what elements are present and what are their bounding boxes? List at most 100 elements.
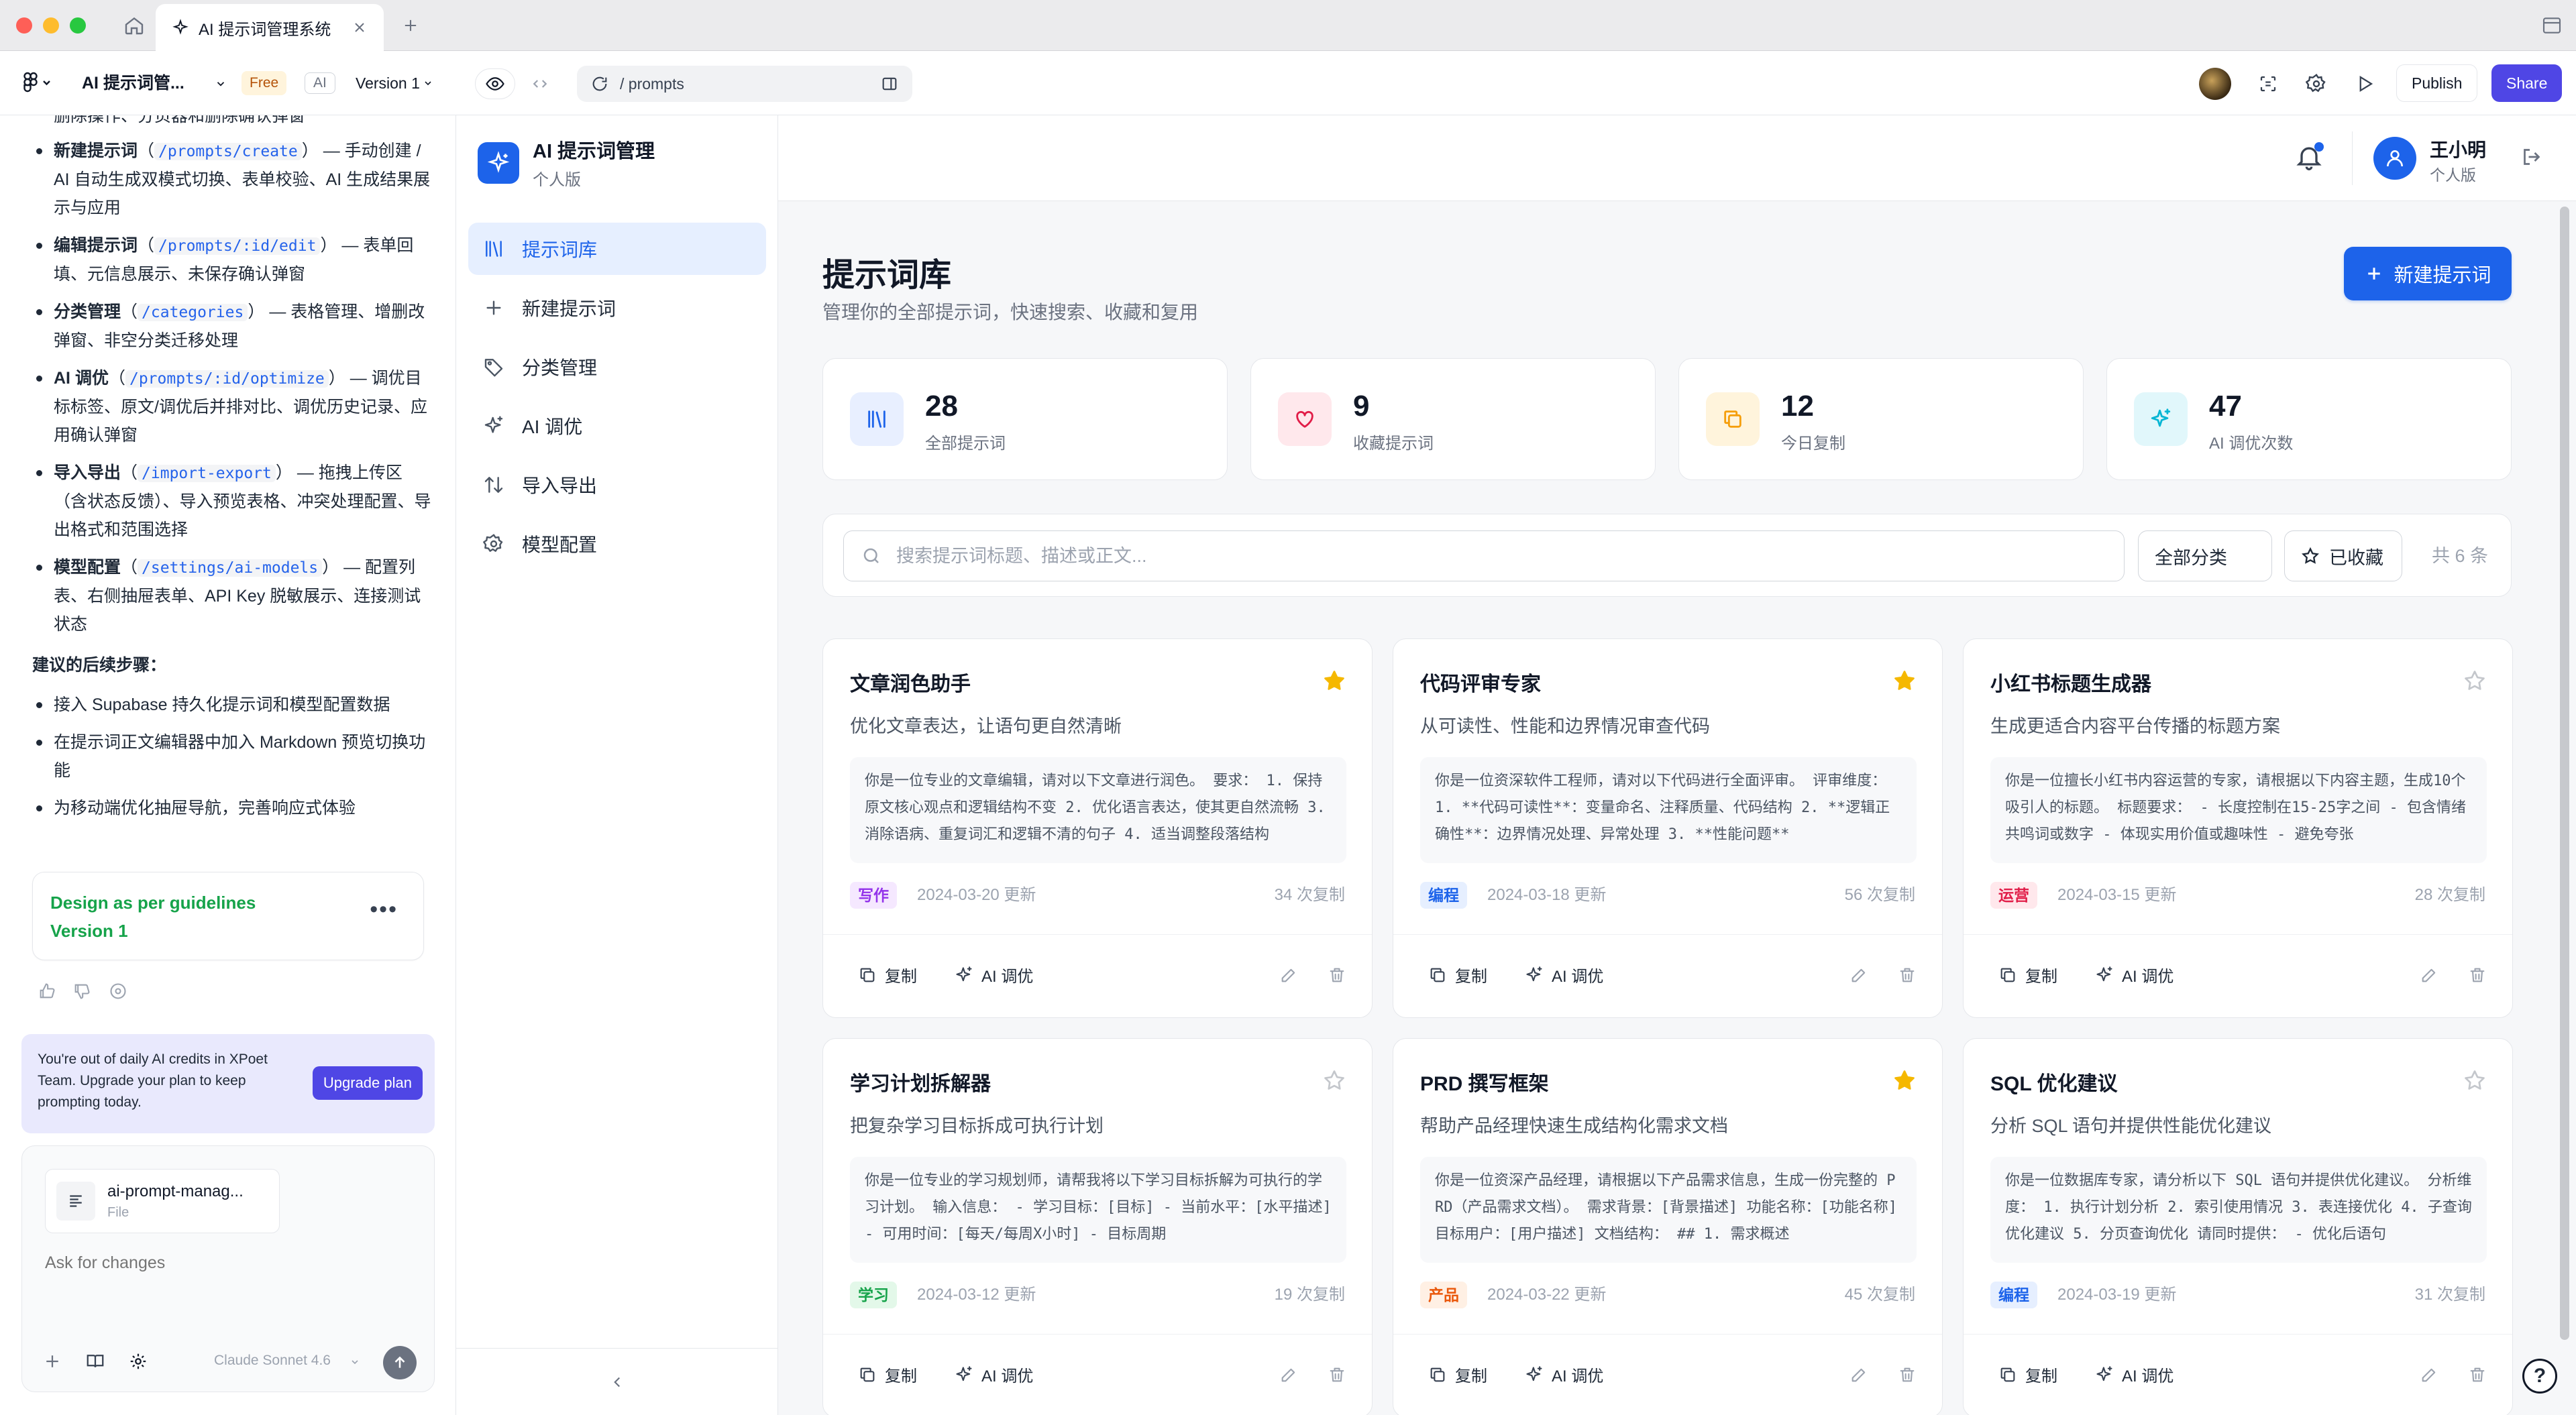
trash-icon[interactable] <box>1894 962 1921 988</box>
edit-icon[interactable] <box>1275 962 1302 988</box>
user-icon <box>2387 150 2403 167</box>
user-avatar[interactable] <box>2373 137 2416 180</box>
trash-icon[interactable] <box>1324 962 1350 988</box>
run-button[interactable] <box>2349 68 2380 99</box>
prompt-card[interactable]: 学习计划拆解器 把复杂学习目标拆成可执行计划 你是一位专业的学习规划师，请帮我将以下… <box>822 1038 1373 1415</box>
nav-item-6[interactable]: 模型配置 <box>468 518 766 570</box>
project-name[interactable]: AI 提示词管... <box>82 51 184 115</box>
model-selector[interactable]: Claude Sonnet 4.6 <box>214 1353 331 1369</box>
url-bar[interactable]: / prompts <box>577 66 912 102</box>
edit-icon[interactable] <box>1845 962 1872 988</box>
add-attachment-icon[interactable] <box>42 1351 62 1371</box>
chevron-down-icon[interactable] <box>423 78 433 89</box>
copy-button[interactable]: 复制 <box>1428 1363 1487 1386</box>
ai-optimize-button[interactable]: AI 调优 <box>2095 1363 2174 1386</box>
collaborator-avatar[interactable] <box>2199 68 2231 100</box>
nav-item-5[interactable]: 导入导出 <box>468 459 766 511</box>
upgrade-plan-button[interactable]: Upgrade plan <box>312 1066 423 1100</box>
thumbs-up-icon[interactable] <box>38 982 56 1001</box>
version-card-title: Design as per guidelines <box>50 893 256 913</box>
ai-optimize-button[interactable]: AI 调优 <box>1525 1363 1603 1386</box>
code-view-button[interactable] <box>525 68 555 99</box>
figma-menu-icon[interactable] <box>21 71 54 95</box>
close-tab-icon[interactable] <box>352 19 368 36</box>
prompt-card[interactable]: SQL 优化建议 分析 SQL 语句并提供性能优化建议 你是一位数据库专家，请分析以… <box>1963 1038 2513 1415</box>
close-window-button[interactable] <box>16 17 32 34</box>
thumbs-down-icon[interactable] <box>72 982 91 1001</box>
version-card[interactable]: Design as per guidelines Version 1 ••• <box>32 872 424 960</box>
trash-icon[interactable] <box>2464 1361 2491 1388</box>
sidebar-toggle-icon[interactable] <box>2541 15 2563 36</box>
copy-button[interactable]: 复制 <box>1428 963 1487 986</box>
new-prompt-button[interactable]: 新建提示词 <box>2344 247 2512 300</box>
logout-icon[interactable] <box>2520 145 2544 172</box>
ai-optimize-button[interactable]: AI 调优 <box>955 1363 1033 1386</box>
main-content: 王小明 个人版 提示词库 管理你的全部提示词，快速搜索、收藏和复用 新建提示词 … <box>778 115 2576 1415</box>
new-tab-icon[interactable] <box>401 16 420 35</box>
favorite-filter-button[interactable]: 已收藏 <box>2284 530 2402 581</box>
search-field[interactable] <box>843 530 2125 581</box>
copy-button[interactable]: 复制 <box>1998 963 2057 986</box>
bell-icon[interactable] <box>2294 142 2324 175</box>
star-outline-icon[interactable] <box>2463 1068 2487 1092</box>
chat-input[interactable] <box>45 1253 407 1273</box>
nav-item-3[interactable]: 分类管理 <box>468 341 766 393</box>
ai-optimize-button[interactable]: AI 调优 <box>1525 963 1603 986</box>
send-button[interactable] <box>383 1346 417 1379</box>
settings-button[interactable] <box>2301 68 2332 99</box>
ai-optimize-button[interactable]: AI 调优 <box>2095 963 2174 986</box>
open-external-icon[interactable] <box>880 74 899 93</box>
share-button[interactable]: Share <box>2491 64 2563 102</box>
help-button[interactable]: ? <box>2522 1359 2557 1394</box>
star-filled-icon[interactable] <box>1322 669 1346 693</box>
star-filled-icon[interactable] <box>1892 669 1917 693</box>
nav-item-1[interactable]: 提示词库 <box>468 223 766 275</box>
chat-item-name: AI 调优 <box>54 369 109 388</box>
chevron-down-icon[interactable] <box>350 1357 360 1367</box>
search-input[interactable] <box>896 545 2104 567</box>
stat-value: 47 <box>2209 390 2242 422</box>
sidebar-collapse-button[interactable] <box>456 1348 778 1415</box>
maximize-window-button[interactable] <box>70 17 86 34</box>
scrollbar[interactable] <box>2560 207 2569 1340</box>
more-options-icon[interactable]: ••• <box>370 898 398 921</box>
preview-eye-button[interactable] <box>475 68 515 99</box>
prompt-card[interactable]: 文章润色助手 优化文章表达，让语句更自然清晰 你是一位专业的文章编辑，请对以下文章进… <box>822 638 1373 1018</box>
minimize-window-button[interactable] <box>43 17 59 34</box>
copy-button[interactable]: 复制 <box>858 1363 917 1386</box>
copy-button[interactable]: 复制 <box>858 963 917 986</box>
nav-item-4[interactable]: AI 调优 <box>468 400 766 452</box>
star-outline-icon[interactable] <box>1322 1068 1346 1092</box>
stat-card: 9 收藏提示词 <box>1250 358 1656 480</box>
inspect-button[interactable] <box>2253 68 2284 99</box>
publish-button[interactable]: Publish <box>2396 64 2478 102</box>
edit-icon[interactable] <box>1275 1361 1302 1388</box>
browser-tab-active[interactable]: AI 提示词管理系统 <box>156 4 384 51</box>
chevron-down-icon[interactable] <box>215 78 227 90</box>
url-path[interactable]: / prompts <box>620 75 684 93</box>
prompt-card-body: 你是一位资深软件工程师，请对以下代码进行全面评审。 评审维度： 1. **代码可… <box>1420 757 1917 863</box>
trash-icon[interactable] <box>2464 962 2491 988</box>
home-icon[interactable] <box>123 15 145 36</box>
edit-icon[interactable] <box>2416 962 2443 988</box>
file-attachment[interactable]: ai-prompt-manag... File <box>45 1169 280 1233</box>
trash-icon[interactable] <box>1324 1361 1350 1388</box>
star-filled-icon[interactable] <box>1892 1068 1917 1092</box>
edit-icon[interactable] <box>2416 1361 2443 1388</box>
refresh-icon[interactable] <box>590 74 609 93</box>
trash-icon[interactable] <box>1894 1361 1921 1388</box>
copy-button[interactable]: 复制 <box>1998 1363 2057 1386</box>
edit-icon[interactable] <box>1845 1361 1872 1388</box>
restore-icon[interactable] <box>109 982 127 1001</box>
prompt-card[interactable]: 代码评审专家 从可读性、性能和边界情况审查代码 你是一位资深软件工程师，请对以下代码… <box>1393 638 1943 1018</box>
magic-select-icon[interactable] <box>128 1351 148 1371</box>
star-outline-icon[interactable] <box>2463 669 2487 693</box>
category-filter-select[interactable]: 全部分类 <box>2138 530 2272 581</box>
prompt-card[interactable]: 小红书标题生成器 生成更适合内容平台传播的标题方案 你是一位擅长小红书内容运营的专家… <box>1963 638 2513 1018</box>
nav-item-2[interactable]: 新建提示词 <box>468 282 766 334</box>
book-icon[interactable] <box>85 1351 105 1371</box>
version-selector[interactable]: Version 1 <box>356 51 420 115</box>
chat-item-route: /prompts/:id/optimize <box>125 370 329 388</box>
prompt-card[interactable]: PRD 撰写框架 帮助产品经理快速生成结构化需求文档 你是一位资深产品经理，请根据以… <box>1393 1038 1943 1415</box>
ai-optimize-button[interactable]: AI 调优 <box>955 963 1033 986</box>
